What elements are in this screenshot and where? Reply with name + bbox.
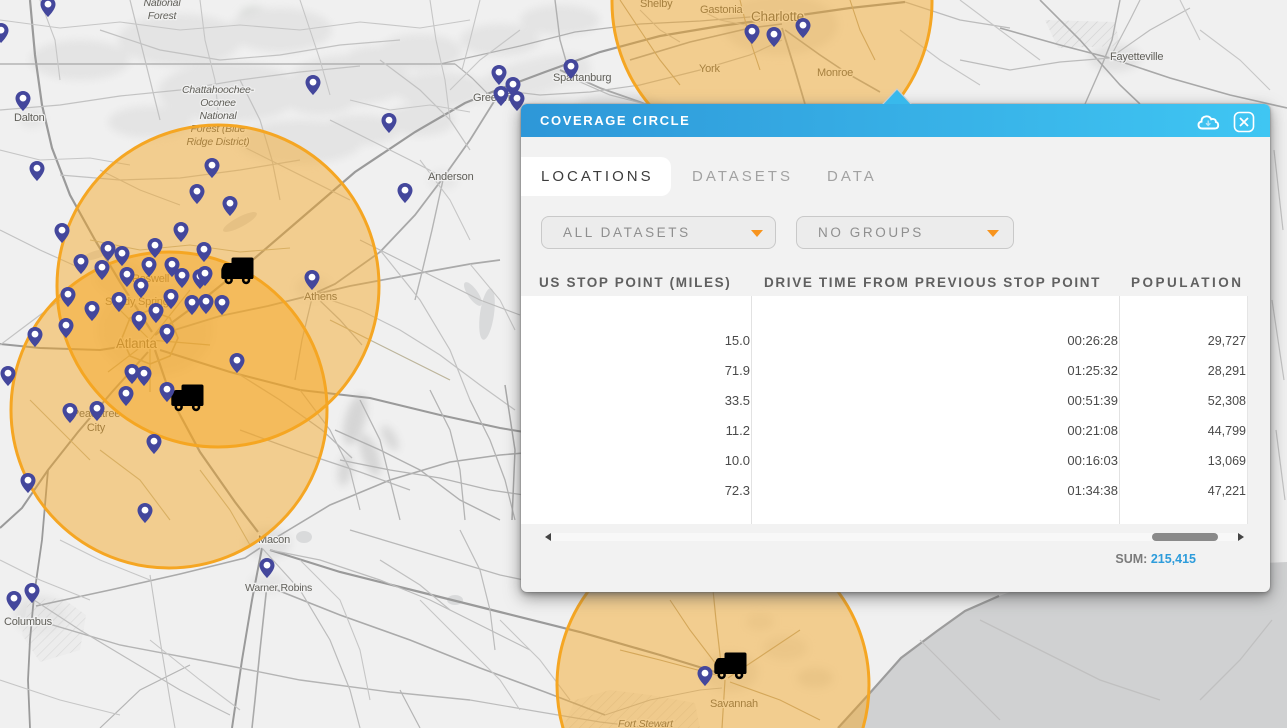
svg-text:Forest: Forest bbox=[148, 10, 178, 22]
svg-text:Chattahoochee-: Chattahoochee- bbox=[182, 84, 255, 96]
svg-text:Dalton: Dalton bbox=[14, 112, 45, 124]
svg-text:Anderson: Anderson bbox=[428, 171, 474, 183]
svg-text:National: National bbox=[144, 0, 182, 9]
svg-text:Fayetteville: Fayetteville bbox=[1110, 51, 1163, 63]
svg-text:Columbus: Columbus bbox=[4, 616, 53, 628]
svg-text:Spartanburg: Spartanburg bbox=[553, 72, 611, 84]
svg-text:National: National bbox=[200, 110, 238, 122]
svg-text:Warner Robins: Warner Robins bbox=[245, 582, 312, 594]
svg-text:Oconee: Oconee bbox=[200, 97, 236, 109]
